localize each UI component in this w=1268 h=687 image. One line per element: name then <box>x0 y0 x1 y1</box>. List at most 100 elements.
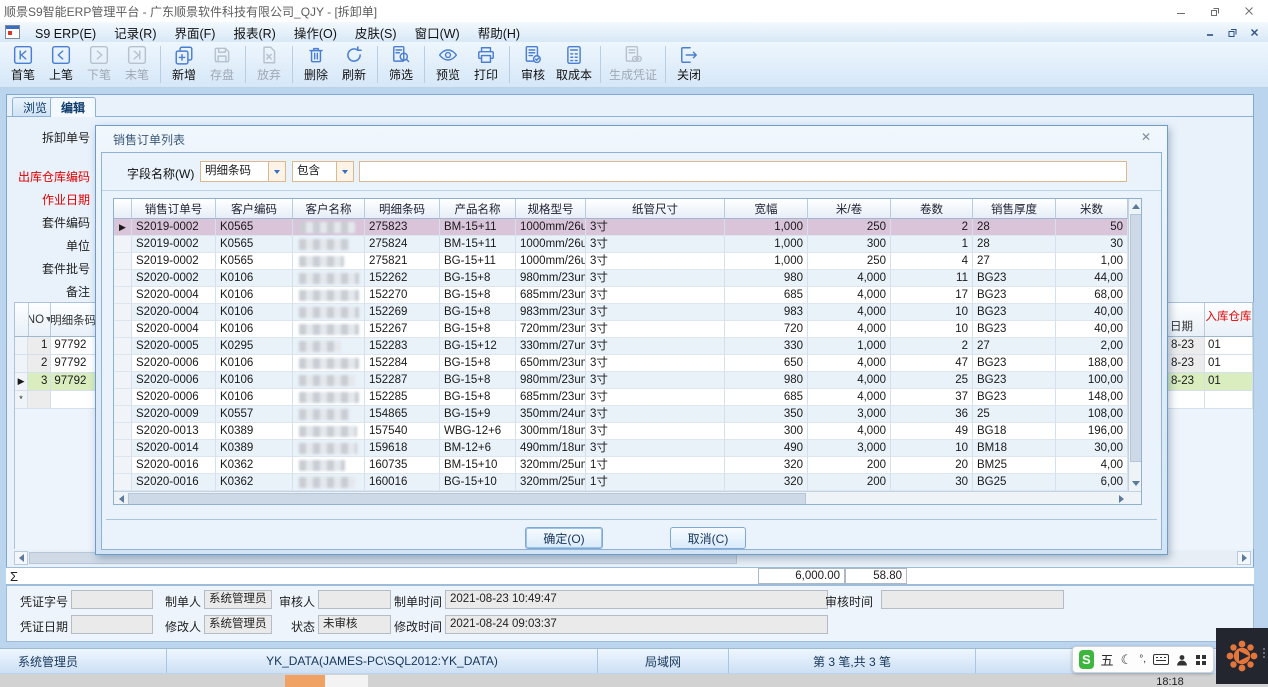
menu-item-1[interactable]: 记录(R) <box>105 25 165 43</box>
column-header-spec_model[interactable]: 规格型号 <box>516 199 586 219</box>
sales-order-row[interactable]: S2020-0013K0389157540WBG-12+6300mm/18um.… <box>114 423 1128 440</box>
column-header-detail_barcode[interactable]: 明细条码 <box>365 199 440 219</box>
menu-item-2[interactable]: 界面(F) <box>166 25 225 43</box>
sales-order-grid[interactable]: 销售订单号客户编码客户名称明细条码产品名称规格型号纸管尺寸宽幅米/卷卷数销售厚度… <box>113 198 1142 505</box>
operator-select[interactable]: 包含 <box>292 161 354 182</box>
hscroll-thumb[interactable] <box>128 493 806 505</box>
filter-button[interactable]: 筛选 <box>382 42 420 87</box>
taskbar-orange-segment[interactable] <box>285 675 325 687</box>
refresh-button[interactable]: 刷新 <box>335 42 373 87</box>
table-row[interactable]: 8-2301 <box>1168 355 1253 373</box>
mdi-close-icon[interactable] <box>1246 25 1262 39</box>
sales-order-row[interactable]: S2019-0002K0565275824BM-15+111000mm/26u.… <box>114 236 1128 253</box>
add-button[interactable]: 新增 <box>165 42 203 87</box>
preview-button[interactable]: 预览 <box>429 42 467 87</box>
column-header-product_name[interactable]: 产品名称 <box>440 199 516 219</box>
hscroll-left-button[interactable] <box>14 551 28 565</box>
audit-button[interactable]: 审核 <box>514 42 552 87</box>
moon-icon[interactable]: ☾ <box>1121 652 1133 668</box>
footer-field-1-1[interactable]: 系统管理员 <box>204 615 272 634</box>
vscroll-down-icon[interactable] <box>1129 476 1142 490</box>
sales-order-row[interactable]: S2020-0002K0106152262BG-15+8980mm/23um..… <box>114 270 1128 287</box>
sales-order-row[interactable]: S2020-0006K0106152284BG-15+8650mm/23um..… <box>114 355 1128 372</box>
column-header-m_per_roll[interactable]: 米/卷 <box>808 199 891 219</box>
grid-hscrollbar[interactable] <box>114 491 1142 505</box>
cost-button[interactable]: 取成本 <box>552 42 596 87</box>
footer-field-0-1[interactable]: 系统管理员 <box>204 590 272 609</box>
detail-grid-left-fragment[interactable]: NO明细条码197792297792▶397792* <box>14 302 96 549</box>
menu-item-3[interactable]: 报表(R) <box>224 25 284 43</box>
cancel-button[interactable]: 取消(C) <box>670 527 746 549</box>
column-header-width[interactable]: 宽幅 <box>725 199 808 219</box>
discard-button[interactable]: 放弃 <box>250 42 288 87</box>
mdi-restore-icon[interactable] <box>1224 25 1240 39</box>
grid-vscrollbar[interactable] <box>1128 199 1142 491</box>
column-header-core_size[interactable]: 纸管尺寸 <box>586 199 725 219</box>
toolbox-grid-icon[interactable] <box>1195 654 1207 666</box>
footer-field-0-0[interactable] <box>71 590 153 609</box>
hscroll-right-button[interactable] <box>1237 551 1251 565</box>
filter-value-input[interactable] <box>359 161 1127 182</box>
first-record-button[interactable]: 首笔 <box>4 42 42 87</box>
keyboard-icon[interactable] <box>1153 654 1169 665</box>
column-header-customer_name[interactable]: 客户名称 <box>293 199 365 219</box>
menu-item-7[interactable]: 帮助(H) <box>469 25 529 43</box>
table-row[interactable]: 8-2301 <box>1168 373 1253 391</box>
hscroll-left-icon[interactable] <box>114 492 128 505</box>
last-record-button[interactable]: 末笔 <box>118 42 156 87</box>
sales-order-row[interactable]: S2020-0004K0106152270BG-15+8685mm/23um..… <box>114 287 1128 304</box>
dialog-close-icon[interactable]: ✕ <box>1139 130 1153 144</box>
footer-field-1-0[interactable] <box>71 615 153 634</box>
sales-order-row[interactable]: ▶S2019-0002K0565275823BM-15+111000mm/26u… <box>114 219 1128 236</box>
user-icon[interactable] <box>1176 654 1188 666</box>
row-marker-header[interactable] <box>114 199 132 219</box>
chevron-down-icon[interactable] <box>336 162 353 181</box>
column-header-meters[interactable]: 米数 <box>1056 199 1128 219</box>
voucher-button[interactable]: 生成凭证 <box>605 42 661 87</box>
punctuation-mode-icon[interactable]: °, <box>1139 654 1146 665</box>
print-button[interactable]: 打印 <box>467 42 505 87</box>
sales-order-row[interactable]: S2020-0005K0295152283BG-15+12330mm/27um.… <box>114 338 1128 355</box>
wubi-mode-label[interactable]: 五 <box>1101 650 1114 669</box>
sales-order-row[interactable]: S2020-0006K0106152285BG-15+8685mm/23um..… <box>114 389 1128 406</box>
hscroll-right-icon[interactable] <box>1114 492 1128 505</box>
field-name-select[interactable]: 明细条码 <box>200 161 286 182</box>
sales-order-row[interactable]: S2020-0004K0106152267BG-15+8720mm/23um..… <box>114 321 1128 338</box>
footer-field-1-2[interactable]: 未审核 <box>318 615 391 634</box>
taskbar-white-segment[interactable] <box>325 675 368 687</box>
sales-order-row[interactable]: S2020-0006K0106152287BG-15+8980mm/23um..… <box>114 372 1128 389</box>
menu-item-4[interactable]: 操作(O) <box>285 25 346 43</box>
app-logo-popup[interactable] <box>1216 628 1268 684</box>
detail-grid-right-fragment[interactable]: 日期入库仓库8-23018-23018-2301 <box>1168 302 1254 549</box>
table-row[interactable] <box>1168 391 1253 409</box>
ok-button[interactable]: 确定(O) <box>525 527 603 549</box>
vscroll-thumb[interactable] <box>1130 214 1142 462</box>
footer-field-1-3[interactable]: 2021-08-24 09:03:37 <box>445 615 828 634</box>
table-row[interactable]: 197792 <box>15 337 96 355</box>
table-row[interactable]: * <box>15 391 96 409</box>
tab-edit[interactable]: 编辑 <box>50 97 96 117</box>
sales-order-row[interactable]: S2020-0004K0106152269BG-15+8983mm/23um..… <box>114 304 1128 321</box>
footer-field-0-3[interactable]: 2021-08-23 10:49:47 <box>445 590 828 609</box>
mdi-minimize-icon[interactable] <box>1202 25 1218 39</box>
restore-icon[interactable] <box>1198 1 1232 21</box>
next-record-button[interactable]: 下笔 <box>80 42 118 87</box>
save-button[interactable]: 存盘 <box>203 42 241 87</box>
delete-button[interactable]: 删除 <box>297 42 335 87</box>
minimize-icon[interactable] <box>1164 1 1198 21</box>
menu-item-6[interactable]: 窗口(W) <box>406 25 469 43</box>
vscroll-up-icon[interactable] <box>1129 199 1142 213</box>
column-header-order_no[interactable]: 销售订单号 <box>132 199 216 219</box>
footer-field-0-4[interactable] <box>881 590 1064 609</box>
table-row[interactable]: 8-2301 <box>1168 337 1253 355</box>
menu-item-5[interactable]: 皮肤(S) <box>346 25 406 43</box>
footer-field-0-2[interactable] <box>318 590 391 609</box>
close-icon[interactable] <box>1232 1 1266 21</box>
table-row[interactable]: ▶397792 <box>15 373 96 391</box>
sales-order-row[interactable]: S2020-0009K0557154865BG-15+9350mm/24um..… <box>114 406 1128 423</box>
column-header-rolls[interactable]: 卷数 <box>891 199 973 219</box>
menu-item-0[interactable]: S9 ERP(E) <box>26 25 105 43</box>
sales-order-row[interactable]: S2020-0016K0362160016BG-15+10320mm/25um.… <box>114 474 1128 491</box>
sales-order-row[interactable]: S2019-0002K0565275821BG-15+111000mm/26u.… <box>114 253 1128 270</box>
column-header-sale_thickness[interactable]: 销售厚度 <box>973 199 1056 219</box>
